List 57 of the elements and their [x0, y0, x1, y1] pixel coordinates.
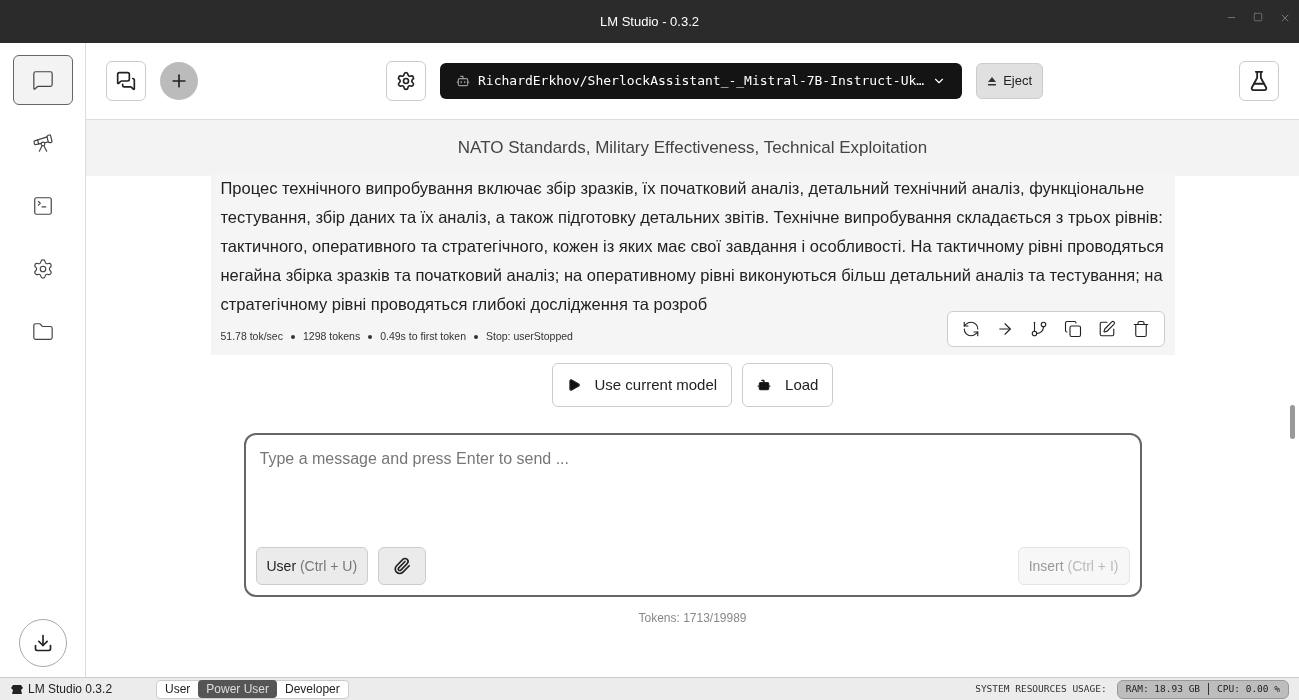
bullet-icon [290, 335, 295, 340]
stat-text: 1298 tokens [302, 329, 361, 345]
trash-icon [1131, 320, 1150, 338]
mode-tab[interactable]: User [157, 680, 199, 698]
close-icon[interactable] [1279, 12, 1291, 24]
role-button[interactable]: User (Ctrl + U) [255, 547, 369, 585]
logo-icon [10, 683, 24, 695]
settings-button[interactable] [386, 61, 426, 101]
play-icon [566, 378, 581, 392]
sidebar-item[interactable] [12, 55, 73, 105]
settings-icon [31, 258, 54, 280]
action-button[interactable] [961, 320, 980, 338]
bullet-icon [474, 335, 478, 340]
lab-button[interactable] [1239, 61, 1279, 101]
ram-usage: RAM: 18.93 GB [1125, 681, 1201, 696]
model-selector[interactable]: RichardErkhov/SherlockAssistant_-_Mistral-7B-Instruct-Uk… [440, 63, 963, 99]
chats-icon [116, 71, 136, 91]
model-button[interactable]: Use current model [551, 363, 733, 407]
token-count: Tokens: 1713/19989 [638, 610, 747, 627]
settings-icon [396, 71, 416, 91]
app-version: LM Studio 0.3.2 [28, 681, 114, 698]
download-icon [32, 633, 53, 653]
mode-tab[interactable]: Power User [198, 680, 278, 698]
mode-tab[interactable]: Developer [277, 680, 348, 698]
stat-text: 51.78 tok/sec [220, 329, 283, 345]
chat-icon [31, 69, 54, 91]
copy-icon [1063, 320, 1082, 338]
telescope-icon [31, 132, 54, 154]
chat-title: NATO Standards, Military Effectiveness, Technical Exploitation [457, 137, 928, 160]
action-button[interactable] [1029, 320, 1048, 338]
message-input[interactable]: Type a message and press Enter to send ... [255, 447, 1130, 471]
new-chat-button[interactable] [106, 61, 146, 101]
model-button[interactable]: Load [742, 363, 834, 407]
action-button[interactable] [1131, 320, 1150, 338]
refresh-icon [961, 320, 980, 338]
cpu-usage: CPU: 0.00 % [1217, 681, 1280, 696]
terminal-icon [31, 195, 54, 217]
bullet-icon [368, 335, 373, 340]
edit-icon [1097, 320, 1116, 338]
paperclip-icon [393, 557, 412, 575]
scrollbar-thumb [1290, 405, 1295, 439]
attach-button[interactable] [378, 547, 427, 585]
message-text: Процес технічного випробування включає збір зразків, їх початковий аналіз, детальний технічний аналіз, функціональне тестування, збір даних та їх аналіз, а також підготовку детальних звітів. Технічне випробування складається з трьох рівнів: тактичного, оперативного та стратегічного, кожен із яких має свої завдання і особливості. На тактичному рівні проводяться негайна збірка зразків та початковий аналіз; на оперативному рівні виконуються більш детальний аналіз та тестування; на стратегічному рівні проводяться глибокі дослідження та розроб [220, 178, 1165, 315]
robot-icon [757, 378, 772, 392]
window-title: LM Studio - 0.3.2 [600, 12, 699, 31]
add-button[interactable] [160, 62, 198, 100]
stat-text: Stop: userStopped [486, 329, 573, 345]
eject-icon [987, 76, 998, 86]
eject-button[interactable]: Eject [976, 63, 1044, 99]
robot-icon [456, 74, 470, 88]
branch-icon [1029, 320, 1048, 338]
action-button[interactable] [1097, 320, 1116, 338]
flask-icon [1248, 70, 1270, 92]
resources-label: SYSTEM RESOURCES USAGE: [975, 681, 1107, 696]
action-button[interactable] [1063, 320, 1082, 338]
folder-icon [31, 321, 54, 343]
stat-text: 0.49s to first token [380, 329, 466, 345]
